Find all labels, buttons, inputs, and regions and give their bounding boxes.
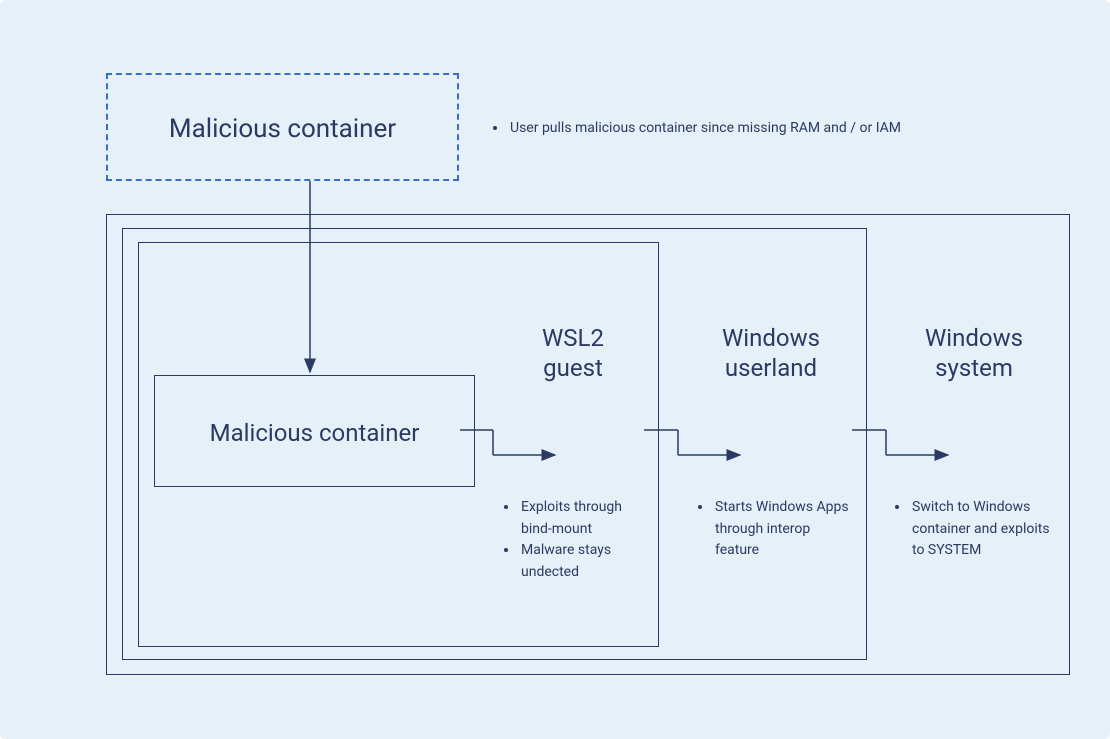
windows-system-title-l2: system [935, 354, 1013, 382]
top-bullets: User pulls malicious container since mis… [492, 118, 912, 140]
wsl2-guest-title-l1: WSL2 [542, 324, 604, 352]
diagram-canvas: Malicious container User pulls malicious… [0, 0, 1110, 739]
windows-userland-title-l1: Windows [722, 324, 820, 352]
windows-userland-title: Windows userland [686, 323, 856, 383]
top-malicious-container-label: Malicious container [106, 113, 459, 146]
inner-malicious-container-label: Malicious container [154, 418, 475, 448]
wsl2-guest-bullets: Exploits through bind-mount Malware stay… [503, 497, 653, 584]
windows-userland-title-l2: userland [725, 354, 817, 382]
wsl2-guest-title-l2: guest [543, 354, 603, 382]
wsl2-bullet-1: Malware stays undected [519, 540, 653, 583]
windows-system-title: Windows system [889, 323, 1059, 383]
wsl2-bullet-0: Exploits through bind-mount [519, 497, 653, 540]
windows-system-bullets: Switch to Windows container and exploits… [894, 497, 1064, 562]
wsl2-guest-title: WSL2 guest [503, 323, 643, 383]
windows-userland-bullets: Starts Windows Apps through interop feat… [697, 497, 857, 562]
system-bullet-0: Switch to Windows container and exploits… [910, 497, 1064, 562]
windows-system-title-l1: Windows [925, 324, 1023, 352]
top-bullet-item: User pulls malicious container since mis… [508, 118, 912, 140]
userland-bullet-0: Starts Windows Apps through interop feat… [713, 497, 857, 562]
